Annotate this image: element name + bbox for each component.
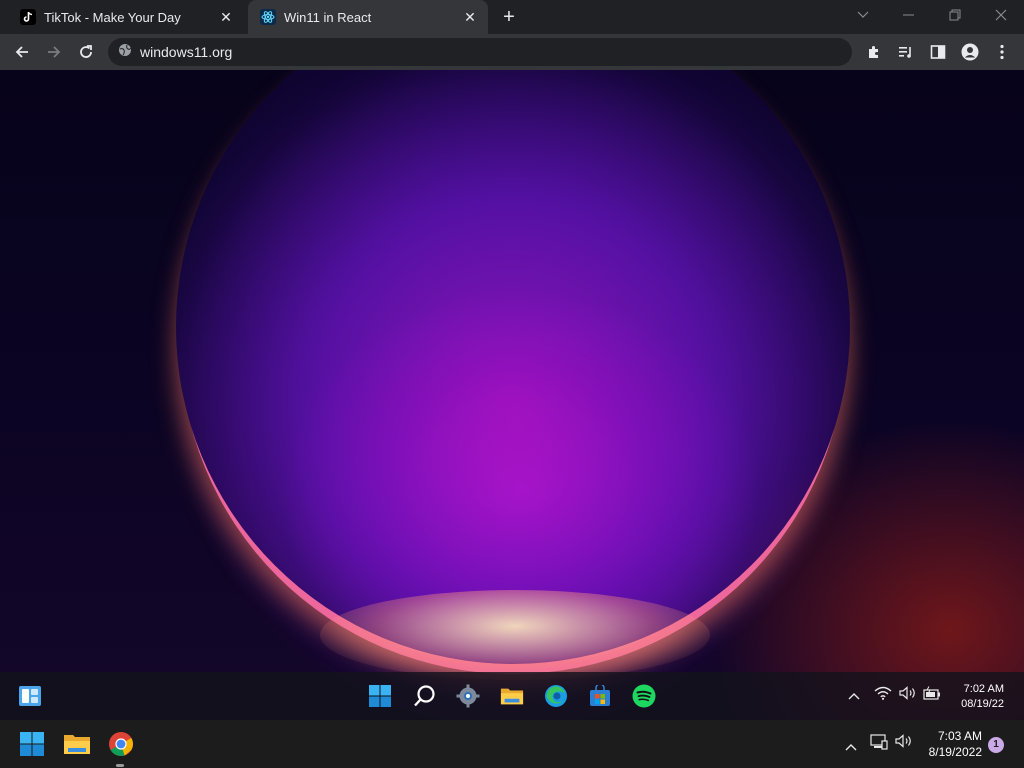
chrome-icon[interactable] bbox=[107, 730, 135, 758]
extensions-icon[interactable] bbox=[860, 38, 888, 66]
media-controls-icon[interactable] bbox=[892, 38, 920, 66]
spotify-icon[interactable] bbox=[632, 684, 656, 708]
browser-toolbar: windows11.org bbox=[0, 34, 1024, 70]
volume-icon[interactable] bbox=[895, 734, 913, 753]
clock-date: 8/19/2022 bbox=[928, 745, 982, 759]
settings-icon[interactable] bbox=[456, 684, 480, 708]
menu-icon[interactable] bbox=[988, 38, 1016, 66]
tab-tiktok[interactable]: TikTok - Make Your Day ✕ bbox=[8, 0, 244, 34]
address-bar[interactable]: windows11.org bbox=[108, 38, 852, 66]
tab-close-icon[interactable]: ✕ bbox=[218, 9, 234, 25]
new-tab-button[interactable]: + bbox=[498, 6, 520, 28]
start-icon[interactable] bbox=[18, 730, 46, 758]
tiktok-icon bbox=[20, 9, 36, 25]
file-explorer-icon[interactable] bbox=[500, 684, 524, 708]
web-taskbar: 7:02 AM 08/19/22 bbox=[0, 672, 1024, 720]
web-clock[interactable]: 7:02 AM 08/19/22 bbox=[961, 682, 1004, 712]
tab-close-icon[interactable]: ✕ bbox=[462, 9, 478, 25]
win11-react-icon bbox=[260, 9, 276, 25]
os-taskbar: 7:03 AM 8/19/2022 1 bbox=[0, 720, 1024, 768]
wifi-icon[interactable] bbox=[874, 686, 892, 703]
wallpaper-bloom bbox=[176, 70, 850, 664]
tab-win11-react[interactable]: Win11 in React ✕ bbox=[248, 0, 488, 34]
volume-icon[interactable] bbox=[899, 686, 917, 703]
notification-badge[interactable]: 1 bbox=[988, 737, 1004, 753]
chevron-up-icon[interactable] bbox=[848, 688, 860, 703]
running-indicator bbox=[116, 764, 124, 767]
forward-button[interactable] bbox=[40, 38, 68, 66]
tab-title: TikTok - Make Your Day bbox=[44, 9, 181, 25]
widgets-icon[interactable] bbox=[18, 684, 42, 708]
tab-title: Win11 in React bbox=[284, 9, 372, 25]
web-desktop[interactable]: 7:02 AM 08/19/22 bbox=[0, 70, 1024, 720]
profile-icon[interactable] bbox=[956, 38, 984, 66]
start-icon[interactable] bbox=[368, 684, 392, 708]
back-button[interactable] bbox=[8, 38, 36, 66]
web-clock-date: 08/19/22 bbox=[961, 698, 1004, 710]
file-explorer-icon[interactable] bbox=[63, 730, 91, 758]
reload-button[interactable] bbox=[72, 38, 100, 66]
tab-search-icon[interactable] bbox=[840, 0, 886, 30]
clock-time: 7:03 AM bbox=[937, 729, 982, 743]
side-panel-icon[interactable] bbox=[924, 38, 952, 66]
store-icon[interactable] bbox=[588, 684, 612, 708]
close-window-icon[interactable] bbox=[978, 0, 1024, 30]
network-icon[interactable] bbox=[870, 734, 888, 755]
restore-icon[interactable] bbox=[932, 0, 978, 30]
tab-strip: TikTok - Make Your Day ✕ Win11 in React … bbox=[0, 0, 1024, 34]
battery-icon[interactable] bbox=[923, 686, 941, 703]
minimize-icon[interactable] bbox=[886, 0, 932, 30]
system-clock[interactable]: 7:03 AM 8/19/2022 bbox=[916, 728, 982, 760]
url-text: windows11.org bbox=[140, 44, 233, 60]
site-info-icon[interactable] bbox=[118, 43, 132, 62]
chevron-up-icon[interactable] bbox=[845, 738, 857, 756]
edge-icon[interactable] bbox=[544, 684, 568, 708]
web-clock-time: 7:02 AM bbox=[963, 683, 1004, 695]
search-icon[interactable] bbox=[413, 684, 437, 708]
wallpaper-glow bbox=[320, 590, 710, 680]
